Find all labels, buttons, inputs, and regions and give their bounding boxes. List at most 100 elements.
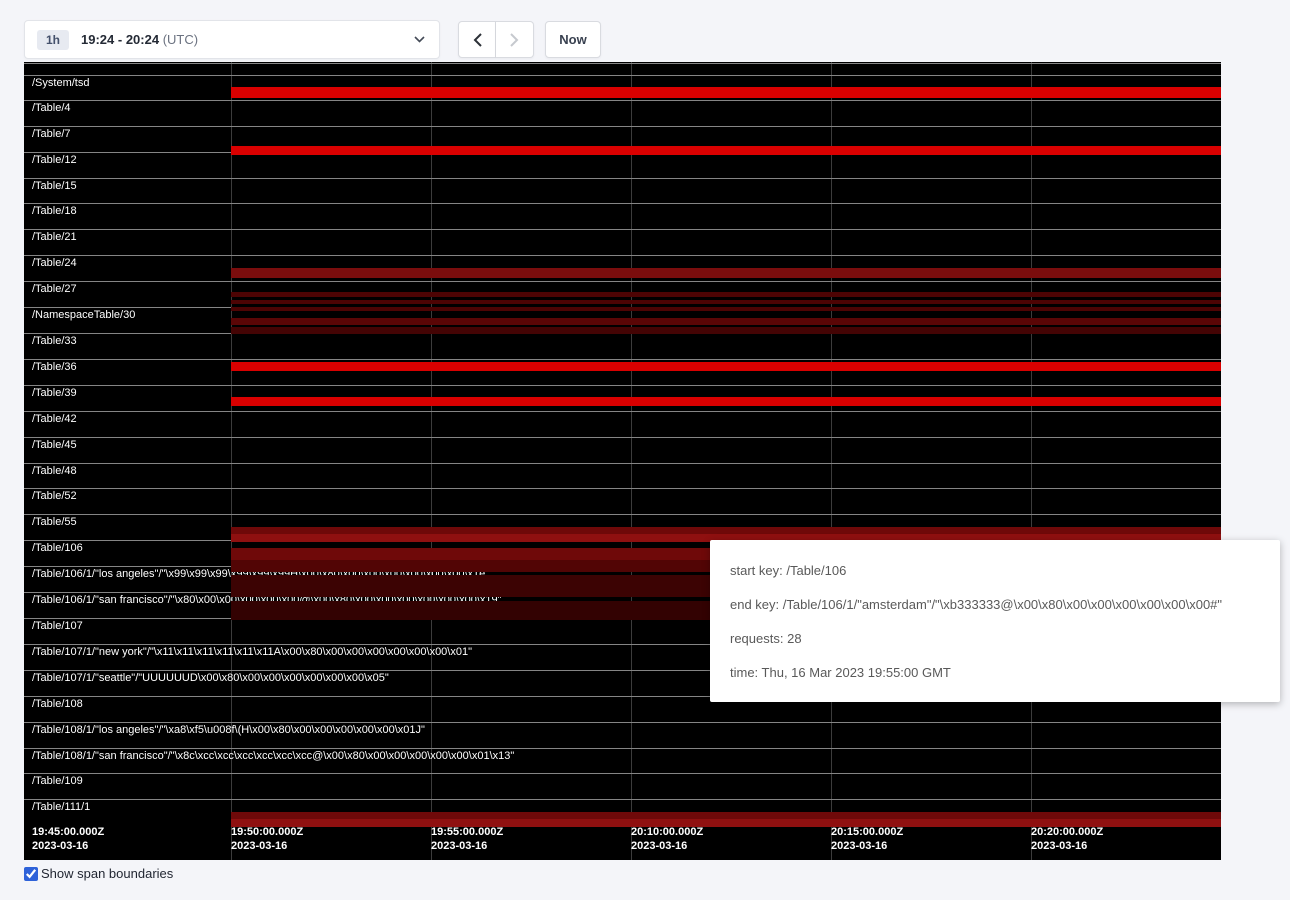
span-label: /Table/107/1/"seattle"/"UUUUUUD\x00\x80\… [32, 672, 389, 685]
heat-band[interactable] [231, 812, 1221, 819]
time-axis-label: 20:20:00.000Z2023-03-16 [1031, 825, 1103, 853]
span-label: /Table/7 [32, 128, 71, 141]
span-label: /Table/107 [32, 620, 83, 633]
span-boundary-line [24, 75, 1221, 76]
span-boundary-line [24, 203, 1221, 204]
axis-date: 2023-03-16 [631, 839, 703, 853]
timezone-label: (UTC) [163, 32, 198, 47]
span-boundary-line [24, 385, 1221, 386]
axis-date: 2023-03-16 [231, 839, 303, 853]
next-time-button[interactable] [496, 21, 534, 58]
span-label: /Table/111/1 [32, 801, 90, 814]
span-boundary-line [24, 488, 1221, 489]
heat-band[interactable] [231, 300, 1221, 304]
span-boundary-line [24, 748, 1221, 749]
span-label: /Table/27 [32, 283, 77, 296]
time-gridline [231, 62, 232, 860]
duration-badge: 1h [37, 30, 69, 50]
tooltip-start-key: start key: /Table/106 [730, 561, 1260, 580]
span-label: /Table/36 [32, 361, 77, 374]
span-label: /Table/106 [32, 542, 83, 555]
span-label: /Table/48 [32, 465, 77, 478]
axis-time: 19:50:00.000Z [231, 825, 303, 839]
heat-band[interactable] [231, 268, 1221, 278]
span-label: /System/tsd [32, 77, 89, 90]
show-span-boundaries-text: Show span boundaries [41, 866, 173, 881]
time-axis-label: 19:55:00.000Z2023-03-16 [431, 825, 503, 853]
span-label: /Table/52 [32, 490, 77, 503]
heat-band[interactable] [231, 318, 1221, 325]
heat-band[interactable] [231, 307, 1221, 311]
tooltip-requests: requests: 28 [730, 629, 1260, 648]
heat-band[interactable] [231, 527, 1221, 534]
span-boundary-line [24, 178, 1221, 179]
span-boundary-line [24, 281, 1221, 282]
span-boundary-line [24, 100, 1221, 101]
time-range-value: 19:24 - 20:24 [81, 32, 159, 47]
heat-band[interactable] [231, 292, 1221, 297]
time-range-label: 19:24 - 20:24 (UTC) [81, 32, 198, 47]
span-label: /Table/55 [32, 516, 77, 529]
span-label: /Table/21 [32, 231, 77, 244]
heat-band[interactable] [231, 397, 1221, 406]
key-visualizer-canvas[interactable]: /System/tsd/Table/4/Table/7/Table/12/Tab… [24, 62, 1221, 860]
span-label: /NamespaceTable/30 [32, 309, 135, 322]
tooltip-time: time: Thu, 16 Mar 2023 19:55:00 GMT [730, 663, 1260, 682]
span-label: /Table/108 [32, 698, 83, 711]
span-label: /Table/33 [32, 335, 77, 348]
axis-time: 20:20:00.000Z [1031, 825, 1103, 839]
span-boundary-line [24, 63, 1221, 64]
time-gridline [1031, 62, 1032, 860]
tooltip-end-key: end key: /Table/106/1/"amsterdam"/"\xb33… [730, 595, 1260, 614]
span-boundary-line [24, 359, 1221, 360]
time-gridline [431, 62, 432, 860]
span-label: /Table/39 [32, 387, 77, 400]
span-boundary-line [24, 799, 1221, 800]
axis-date: 2023-03-16 [431, 839, 503, 853]
hover-tooltip: start key: /Table/106 end key: /Table/10… [710, 540, 1280, 702]
span-label: /Table/15 [32, 180, 77, 193]
chevron-down-icon [414, 36, 425, 43]
axis-time: 20:15:00.000Z [831, 825, 903, 839]
heat-band[interactable] [231, 146, 1221, 155]
span-boundary-line [24, 514, 1221, 515]
span-label: /Table/108/1/"san francisco"/"\x8c\xcc\x… [32, 750, 514, 763]
heat-band[interactable] [231, 327, 1221, 334]
axis-time: 20:10:00.000Z [631, 825, 703, 839]
time-nav-group [458, 21, 534, 58]
time-axis-label: 19:45:00.000Z2023-03-16 [32, 825, 104, 853]
span-label: /Table/18 [32, 205, 77, 218]
key-visualizer-page: { "toolbar": { "duration_badge": "1h", "… [0, 0, 1290, 900]
now-button[interactable]: Now [545, 21, 601, 58]
heat-band[interactable] [231, 87, 1221, 98]
span-boundary-line [24, 229, 1221, 230]
span-label: /Table/45 [32, 439, 77, 452]
time-gridline [831, 62, 832, 860]
span-boundary-line [24, 463, 1221, 464]
toolbar: 1h 19:24 - 20:24 (UTC) Now [24, 20, 601, 59]
chevron-right-icon [510, 33, 519, 47]
show-span-boundaries-checkbox[interactable] [24, 867, 38, 881]
span-boundary-line [24, 126, 1221, 127]
time-gridline [631, 62, 632, 860]
span-boundary-line [24, 722, 1221, 723]
span-label: /Table/107/1/"new york"/"\x11\x11\x11\x1… [32, 646, 472, 659]
show-span-boundaries-label: Show span boundaries [24, 866, 173, 881]
axis-date: 2023-03-16 [831, 839, 903, 853]
time-axis-label: 19:50:00.000Z2023-03-16 [231, 825, 303, 853]
span-label: /Table/42 [32, 413, 77, 426]
prev-time-button[interactable] [458, 21, 496, 58]
axis-time: 19:45:00.000Z [32, 825, 104, 839]
chevron-left-icon [473, 33, 482, 47]
span-boundary-line [24, 773, 1221, 774]
span-label: /Table/4 [32, 102, 71, 115]
span-label: /Table/109 [32, 775, 83, 788]
time-range-select[interactable]: 1h 19:24 - 20:24 (UTC) [24, 20, 440, 59]
span-boundary-line [24, 255, 1221, 256]
axis-time: 19:55:00.000Z [431, 825, 503, 839]
span-label: /Table/24 [32, 257, 77, 270]
heat-band[interactable] [231, 362, 1221, 371]
span-boundary-line [24, 437, 1221, 438]
axis-date: 2023-03-16 [1031, 839, 1103, 853]
span-label: /Table/12 [32, 154, 77, 167]
